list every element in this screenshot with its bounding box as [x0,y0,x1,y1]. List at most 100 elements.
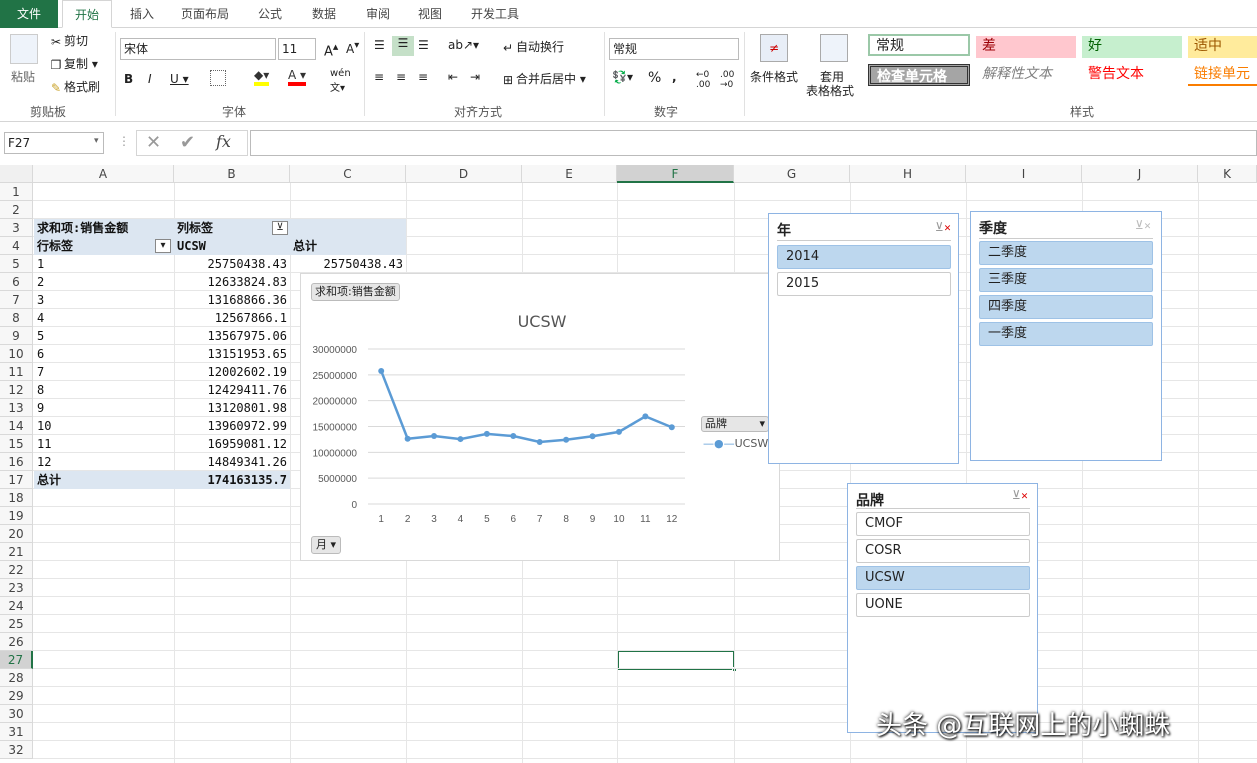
font-shrink-icon[interactable]: A▾ [346,40,359,56]
increase-decimal-icon[interactable]: ←0.00 [696,70,710,90]
align-left-icon[interactable]: ≡ [374,70,384,84]
align-bottom-icon[interactable]: ☰ [418,38,429,52]
tab-developer[interactable]: 开发工具 [462,0,528,28]
row-header-1[interactable]: 1 [0,183,33,201]
pivot-value-cell[interactable]: 12002602.19 [174,363,290,381]
font-color-icon[interactable]: A ▾ [288,68,307,86]
select-all-corner[interactable] [0,165,33,183]
fx-icon[interactable]: fx [216,132,231,151]
cell-style-6[interactable]: 解释性文本 [976,64,1076,86]
name-box[interactable]: F27 [4,132,104,154]
row-header-28[interactable]: 28 [0,669,33,687]
wrap-text-button[interactable]: ↵ 自动换行 [500,38,564,56]
decrease-decimal-icon[interactable]: .00 →0 [720,70,734,90]
data-point[interactable] [483,430,490,437]
row-header-23[interactable]: 23 [0,579,33,597]
row-header-8[interactable]: 8 [0,309,33,327]
align-middle-icon[interactable]: ☰ [392,36,414,56]
pivot-value-cell[interactable]: 16959081.12 [174,435,290,453]
number-format-select[interactable]: 常规 [609,38,739,60]
slicer-brand-item[interactable]: UONE [856,593,1030,617]
data-point[interactable] [642,413,649,420]
currency-icon[interactable]: 💱▾ [612,70,633,84]
fill-color-icon[interactable]: ◆▾ [254,68,270,86]
row-header-9[interactable]: 9 [0,327,33,345]
row-header-22[interactable]: 22 [0,561,33,579]
column-header-I[interactable]: I [966,165,1082,183]
cell-style-8[interactable]: 链接单元格 [1188,64,1257,86]
bold-icon[interactable]: B [124,72,133,86]
pivot-row-label-cell[interactable]: 8 [34,381,174,399]
row-header-19[interactable]: 19 [0,507,33,525]
paste-icon[interactable] [10,34,38,64]
active-cell[interactable] [617,650,735,670]
data-point[interactable] [563,436,570,443]
slicer-brand-item[interactable]: COSR [856,539,1030,563]
column-header-H[interactable]: H [850,165,966,183]
data-point[interactable] [615,428,622,435]
clear-filter-icon[interactable]: ⊻✕ [1135,218,1151,232]
data-point[interactable] [589,433,596,440]
pivot-row-label-cell[interactable]: 9 [34,399,174,417]
merge-center-button[interactable]: ⊞ 合并后居中 ▾ [500,70,586,88]
slicer-quarter-item[interactable]: 四季度 [979,295,1153,319]
conditional-format-icon[interactable]: ≠ [760,34,788,62]
data-point[interactable] [457,436,464,443]
data-point[interactable] [510,433,517,440]
tab-insert[interactable]: 插入 [122,0,162,28]
tab-page-layout[interactable]: 页面布局 [172,0,238,28]
tab-review[interactable]: 审阅 [356,0,400,28]
pivot-total-header[interactable]: 总计 [290,237,406,255]
row-header-6[interactable]: 6 [0,273,33,291]
pivot-sum-label[interactable]: 求和项:销售金额 [34,219,174,237]
data-point[interactable] [431,432,438,439]
row-header-10[interactable]: 10 [0,345,33,363]
row-header-16[interactable]: 16 [0,453,33,471]
column-header-A[interactable]: A [33,165,174,183]
cell-style-5[interactable]: 检查单元格 [868,64,970,86]
col-filter-icon[interactable]: ⊻ [272,221,288,235]
row-header-14[interactable]: 14 [0,417,33,435]
pivot-row-label-cell[interactable]: 3 [34,291,174,309]
data-point[interactable] [404,435,411,442]
cell-style-3[interactable]: 好 [1082,36,1182,58]
column-header-G[interactable]: G [734,165,850,183]
row-header-13[interactable]: 13 [0,399,33,417]
format-painter-button[interactable]: ✎ 格式刷 [48,78,100,96]
pivot-value-cell[interactable]: 12567866.1 [174,309,290,327]
italic-icon[interactable]: I [148,72,152,86]
pivot-grand-total-value[interactable]: 174163135.7 [174,471,290,489]
cut-button[interactable]: ✂ 剪切 [48,32,88,50]
pivot-value-cell[interactable]: 13960972.99 [174,417,290,435]
orientation-icon[interactable]: ab↗▾ [448,38,479,52]
pivot-value-cell[interactable]: 12633824.83 [174,273,290,291]
formula-input[interactable] [250,130,1257,156]
pivot-row-label-cell[interactable]: 10 [34,417,174,435]
pivot-row-label[interactable]: 行标签 [34,237,174,255]
tab-view[interactable]: 视图 [408,0,452,28]
slicer-year-item[interactable]: 2015 [777,272,951,296]
row-header-24[interactable]: 24 [0,597,33,615]
pivot-value-cell[interactable]: 25750438.43 [174,255,290,273]
cell-style-2[interactable]: 差 [976,36,1076,58]
row-header-12[interactable]: 12 [0,381,33,399]
row-header-30[interactable]: 30 [0,705,33,723]
cell-style-7[interactable]: 警告文本 [1082,64,1182,86]
cancel-icon[interactable]: ✕ [146,132,161,153]
pivot-value-cell[interactable]: 13151953.65 [174,345,290,363]
slicer-quarter-item[interactable]: 三季度 [979,268,1153,292]
font-size-select[interactable]: 11 [278,38,316,60]
phonetic-icon[interactable]: wén 文▾ [330,68,351,94]
pivot-grand-total-label[interactable]: 总计 [34,471,174,489]
data-point[interactable] [668,424,675,431]
tab-formulas[interactable]: 公式 [248,0,292,28]
pivot-row-label-cell[interactable]: 4 [34,309,174,327]
column-header-J[interactable]: J [1082,165,1198,183]
row-header-17[interactable]: 17 [0,471,33,489]
row-header-5[interactable]: 5 [0,255,33,273]
cell-style-1[interactable]: 常规 [868,34,970,56]
tab-data[interactable]: 数据 [302,0,346,28]
row-filter-dropdown-icon[interactable]: ▾ [155,239,171,253]
row-header-2[interactable]: 2 [0,201,33,219]
axis-field-button[interactable]: 月 ▾ [311,536,342,554]
